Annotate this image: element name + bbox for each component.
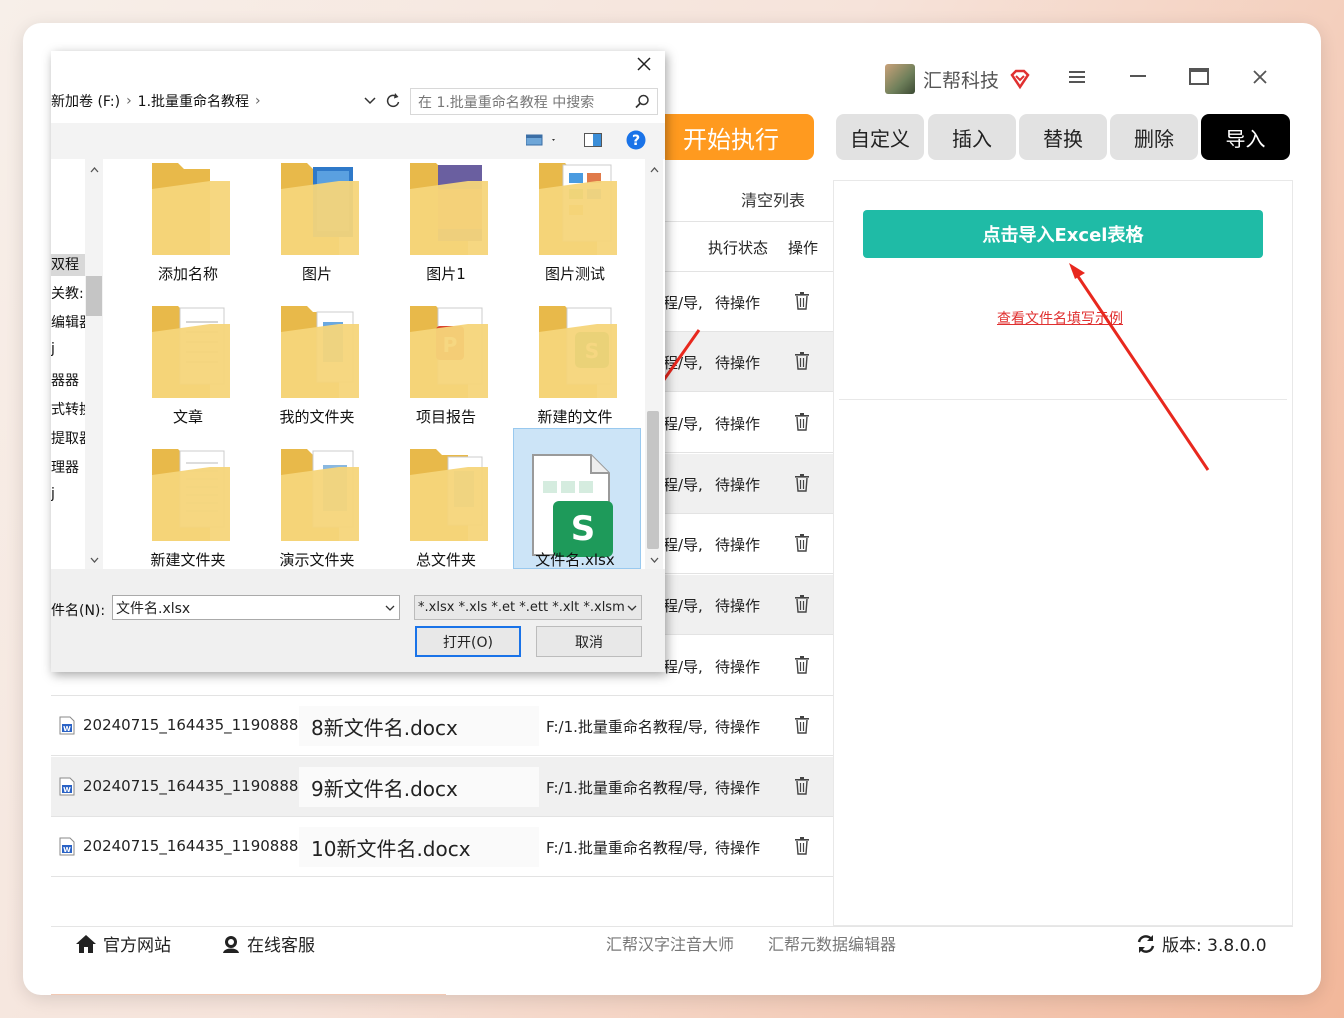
- breadcrumb-folder[interactable]: 1.批量重命名教程: [138, 91, 249, 111]
- file-item[interactable]: 我的文件夹: [261, 302, 373, 432]
- dialog-toolbar: [51, 123, 665, 159]
- folder-icon: [539, 163, 617, 255]
- view-icon[interactable]: [526, 133, 558, 147]
- file-name: 图片1: [426, 265, 466, 283]
- nav-tree: 双程关教: 编辑器 j 器器式转换提取器理器 j: [51, 159, 104, 569]
- excel-file-icon: S: [532, 454, 613, 557]
- file-name: 文件名.xlsx: [535, 551, 615, 569]
- folder-icon: [410, 449, 488, 541]
- folder-icon: S: [539, 306, 617, 398]
- nav-tree-item[interactable]: 理器: [51, 457, 85, 479]
- nav-tree-item[interactable]: 式转换: [51, 399, 85, 421]
- file-item[interactable]: 文章: [132, 302, 244, 432]
- chevron-down-icon[interactable]: [90, 557, 99, 563]
- file-name: 添加名称: [157, 265, 218, 283]
- refresh-icon[interactable]: [386, 93, 400, 109]
- file-item[interactable]: P 项目报告: [390, 302, 502, 432]
- folder-icon: [152, 449, 230, 541]
- file-name: 演示文件夹: [279, 551, 355, 569]
- filename-input[interactable]: 文件名.xlsx: [112, 595, 400, 620]
- file-item[interactable]: 图片: [261, 159, 373, 289]
- folder-icon: [281, 163, 359, 255]
- folder-icon: P: [410, 306, 488, 398]
- file-open-dialog: 新加卷 (F:) › 1.批量重命名教程 › 在 1.批量重命名教程 中搜索 ?…: [51, 51, 665, 672]
- file-item[interactable]: 演示文件夹: [261, 445, 373, 575]
- file-item[interactable]: 添加名称: [132, 159, 244, 289]
- nav-tree-item[interactable]: 关教:: [51, 283, 85, 305]
- file-item[interactable]: 总文件夹: [390, 445, 502, 575]
- nav-tree-item[interactable]: 器器: [51, 370, 85, 392]
- svg-text:?: ?: [632, 133, 640, 149]
- file-name: 图片: [301, 265, 332, 283]
- breadcrumb[interactable]: 新加卷 (F:) › 1.批量重命名教程 ›: [51, 88, 381, 114]
- file-grid: 添加名称 图片 图片1 图片测试文章 我的文件夹 P 项目报告 S 新建的文件新建文件夹 演示文件…: [104, 159, 645, 569]
- file-item[interactable]: 图片测试: [519, 159, 631, 289]
- preview-pane-icon[interactable]: [584, 133, 602, 147]
- nav-tree-item[interactable]: 编辑器: [51, 312, 85, 334]
- nav-tree-item[interactable]: 双程: [51, 254, 85, 276]
- file-type-value: *.xlsx *.xls *.et *.ett *.xlt *.xlsm: [418, 600, 625, 615]
- dialog-close-icon[interactable]: [637, 57, 651, 71]
- filename-label: 件名(N):: [51, 603, 106, 619]
- folder-icon: [152, 306, 230, 398]
- file-name: 新建文件夹: [150, 551, 226, 569]
- file-item[interactable]: 图片1: [390, 159, 502, 289]
- cancel-button[interactable]: 取消: [536, 626, 642, 657]
- tree-scrollbar[interactable]: [85, 159, 103, 569]
- file-item[interactable]: S 文件名.xlsx: [519, 445, 631, 575]
- chevron-down-icon[interactable]: [627, 605, 637, 611]
- nav-tree-item[interactable]: j: [51, 341, 85, 363]
- chevron-right-icon: ›: [126, 93, 132, 109]
- chevron-up-icon[interactable]: [650, 167, 659, 173]
- file-name: 项目报告: [415, 408, 476, 426]
- breadcrumb-drive[interactable]: 新加卷 (F:): [51, 91, 120, 111]
- open-button[interactable]: 打开(O): [415, 626, 521, 657]
- help-icon[interactable]: ?: [626, 130, 646, 150]
- chevron-down-icon[interactable]: [385, 605, 395, 611]
- nav-tree-item[interactable]: j: [51, 486, 85, 508]
- file-name: 总文件夹: [415, 551, 476, 569]
- folder-icon: [152, 163, 230, 255]
- chevron-down-icon[interactable]: [650, 557, 659, 563]
- nav-tree-item[interactable]: 提取器: [51, 428, 85, 450]
- file-item[interactable]: S 新建的文件: [519, 302, 631, 432]
- file-name: 新建的文件: [537, 408, 613, 426]
- file-name: 图片测试: [544, 265, 605, 283]
- folder-icon: [281, 306, 359, 398]
- file-item[interactable]: 新建文件夹: [132, 445, 244, 575]
- search-placeholder: 在 1.批量重命名教程 中搜索: [418, 94, 595, 111]
- tree-scroll-thumb[interactable]: [86, 276, 102, 316]
- file-name: 文章: [172, 408, 203, 426]
- svg-text:S: S: [571, 509, 596, 549]
- folder-icon: [410, 163, 488, 255]
- search-input[interactable]: 在 1.批量重命名教程 中搜索: [410, 88, 658, 115]
- search-icon[interactable]: [635, 94, 650, 109]
- chevron-down-icon[interactable]: [364, 97, 376, 105]
- file-name: 我的文件夹: [279, 408, 355, 426]
- chevron-up-icon[interactable]: [90, 167, 99, 173]
- filename-value: 文件名.xlsx: [116, 600, 191, 617]
- file-type-select[interactable]: *.xlsx *.xls *.et *.ett *.xlt *.xlsm: [414, 595, 642, 620]
- chevron-right-icon: ›: [255, 93, 261, 109]
- grid-scroll-thumb[interactable]: [647, 411, 659, 549]
- folder-icon: [281, 449, 359, 541]
